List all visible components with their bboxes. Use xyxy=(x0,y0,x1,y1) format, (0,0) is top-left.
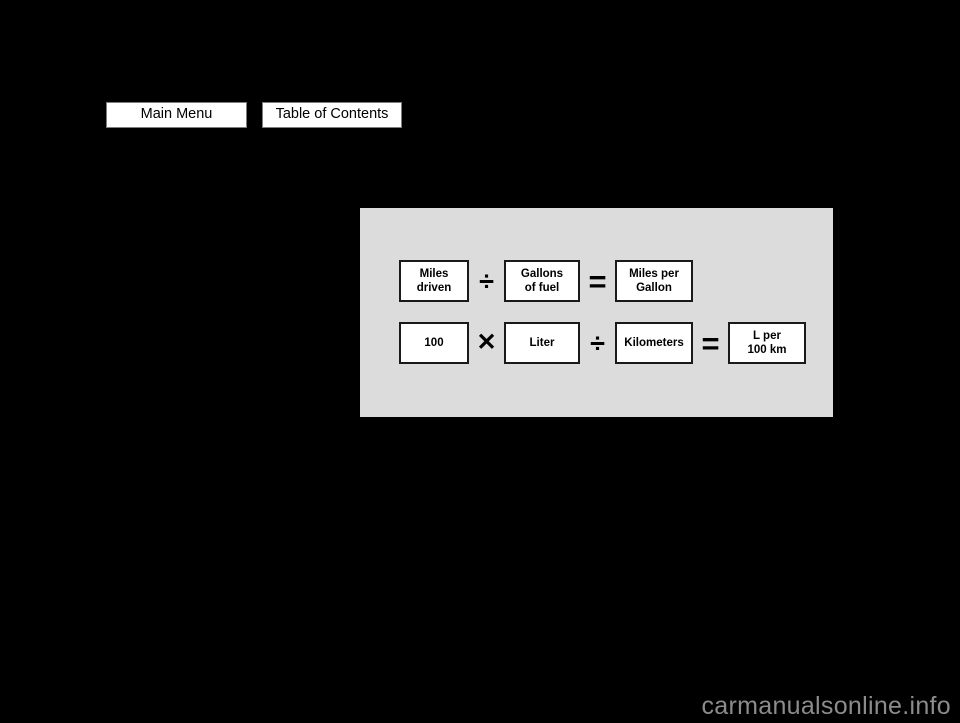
liters-per-100km-line2: 100 km xyxy=(747,344,787,356)
hundred-box: 100 xyxy=(399,322,469,364)
liters-per-100km-box: L per 100 km xyxy=(728,322,806,364)
kilometers-label: Kilometers xyxy=(624,336,684,349)
divide-icon: ÷ xyxy=(590,327,605,358)
miles-driven-box: Miles driven xyxy=(399,260,469,302)
liter-box: Liter xyxy=(504,322,580,364)
gallons-of-fuel-line1: Gallons xyxy=(520,267,564,280)
liters-per-100km-formula-row: 100 ✕ Liter ÷ Kilometers = L per 100 km xyxy=(399,322,806,364)
navigation-bar: Main Menu Table of Contents xyxy=(106,102,402,128)
multiply-icon: ✕ xyxy=(476,329,497,356)
mpg-formula-row: Miles driven ÷ Gallons of fuel = Miles p… xyxy=(399,260,693,302)
kilometers-box: Kilometers xyxy=(615,322,693,364)
miles-driven-line1: Miles xyxy=(419,267,449,280)
site-watermark: carmanualsonline.info xyxy=(701,692,951,720)
gallons-of-fuel-line2: of fuel xyxy=(524,282,560,294)
liter-label: Liter xyxy=(529,336,555,349)
hundred-value: 100 xyxy=(424,336,444,349)
miles-per-gallon-line2: Gallon xyxy=(636,282,672,294)
equals-icon: = xyxy=(701,325,720,361)
equals-icon: = xyxy=(588,263,607,299)
miles-per-gallon-box: Miles per Gallon xyxy=(615,260,693,302)
divide-icon: ÷ xyxy=(479,265,494,296)
liters-per-100km-line1: L per xyxy=(753,329,781,342)
gallons-of-fuel-box: Gallons of fuel xyxy=(504,260,580,302)
main-menu-button[interactable]: Main Menu xyxy=(106,102,247,128)
table-of-contents-button[interactable]: Table of Contents xyxy=(262,102,402,128)
miles-driven-line2: driven xyxy=(416,282,452,294)
miles-per-gallon-line1: Miles per xyxy=(629,267,679,280)
fuel-economy-formula-figure: Miles driven ÷ Gallons of fuel = Miles p… xyxy=(360,208,833,417)
